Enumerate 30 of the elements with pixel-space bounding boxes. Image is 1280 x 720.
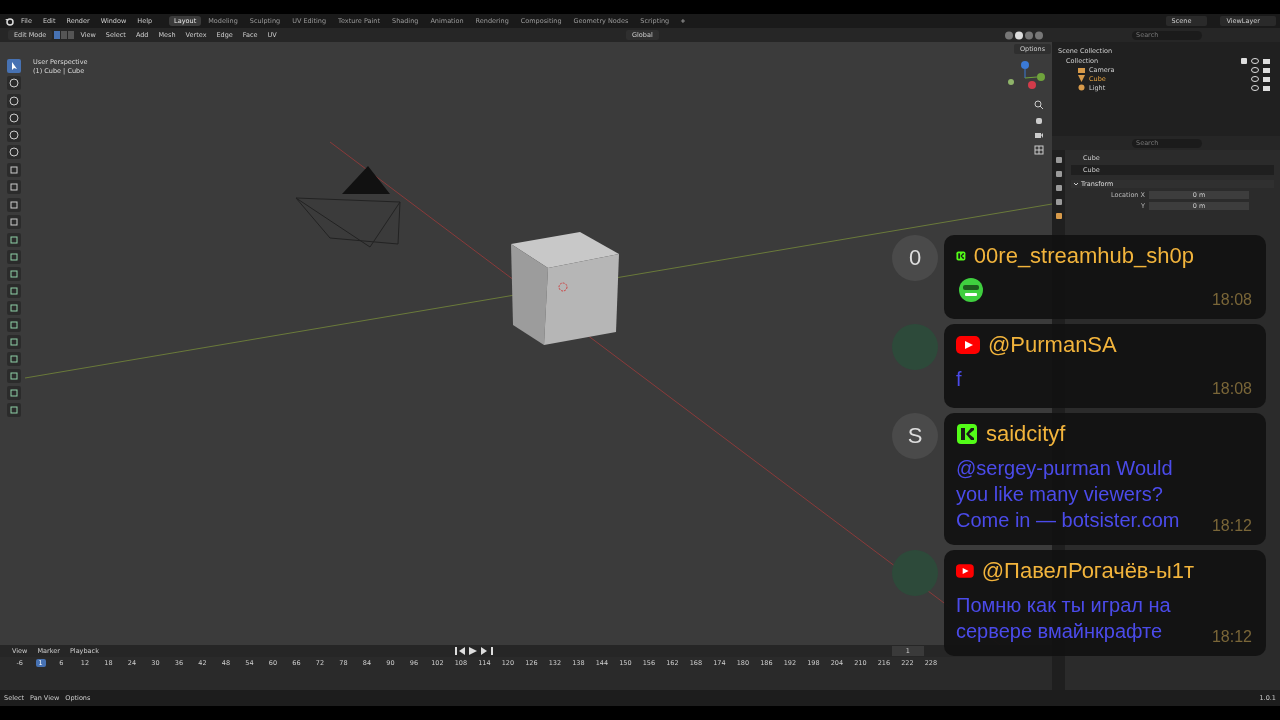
zoom-icon[interactable] — [1034, 100, 1044, 110]
tool-icon[interactable] — [7, 76, 21, 90]
tool-icon[interactable] — [7, 94, 21, 108]
camera-icon — [1078, 66, 1085, 73]
grid-icon[interactable] — [1034, 145, 1044, 155]
platform-logo-icon — [956, 423, 978, 445]
tool-icon[interactable] — [7, 128, 21, 142]
message-time: 18:08 — [1211, 291, 1252, 309]
tool-icon[interactable] — [7, 111, 21, 125]
checkbox[interactable] — [1241, 57, 1247, 64]
tool-icon[interactable] — [7, 215, 21, 229]
tool-icon[interactable] — [7, 198, 21, 212]
select-mode-icon[interactable] — [54, 31, 75, 39]
tool-icon[interactable] — [7, 145, 21, 159]
shading-icon[interactable] — [1004, 30, 1044, 40]
play-button-icon — [956, 336, 980, 354]
message-text: f — [956, 367, 963, 392]
emote-icon — [956, 277, 986, 303]
chevron-icon — [1073, 181, 1079, 187]
bulb-icon — [1078, 84, 1085, 91]
play-button-icon — [956, 562, 974, 580]
tool-icon[interactable] — [7, 163, 21, 177]
tool-icon[interactable] — [7, 180, 21, 194]
navigation-gizmo[interactable] — [1008, 61, 1045, 89]
camera-icon[interactable] — [1034, 130, 1044, 140]
blender-logo-icon[interactable] — [4, 16, 14, 26]
message-time: 18:08 — [1211, 380, 1252, 398]
message-time: 18:12 — [1211, 628, 1252, 646]
message-time: 18:12 — [1211, 517, 1252, 535]
triangle-icon — [1078, 75, 1085, 82]
